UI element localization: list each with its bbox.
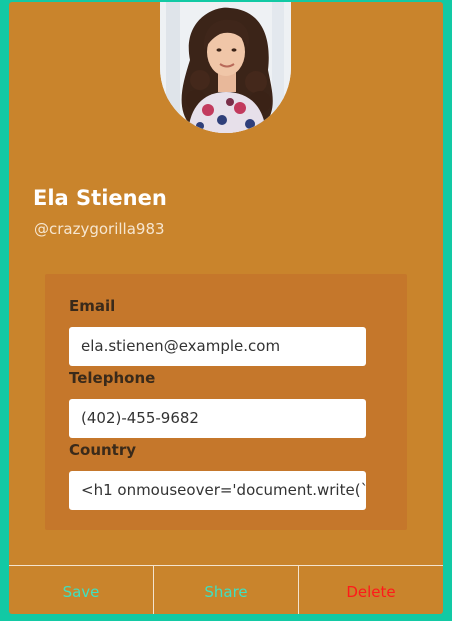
telephone-label: Telephone: [69, 369, 156, 387]
action-bar: Save Share Delete: [9, 565, 443, 614]
profile-name: Ela Stienen: [33, 186, 167, 210]
email-field[interactable]: ela.stienen@example.com: [69, 327, 366, 366]
country-field[interactable]: <h1 onmouseover='document.write(`<: [69, 471, 366, 510]
profile-card: Ela Stienen @crazygorilla983 Email ela.s…: [9, 2, 443, 614]
delete-button[interactable]: Delete: [298, 566, 443, 614]
telephone-field[interactable]: (402)-455-9682: [69, 399, 366, 438]
email-label: Email: [69, 297, 116, 315]
save-button[interactable]: Save: [9, 566, 153, 614]
profile-handle: @crazygorilla983: [34, 220, 165, 238]
contact-form: Email ela.stienen@example.com Telephone …: [45, 274, 407, 530]
country-label: Country: [69, 441, 137, 459]
avatar-photo-icon: [160, 2, 291, 133]
avatar: [160, 2, 291, 133]
share-button[interactable]: Share: [153, 566, 298, 614]
